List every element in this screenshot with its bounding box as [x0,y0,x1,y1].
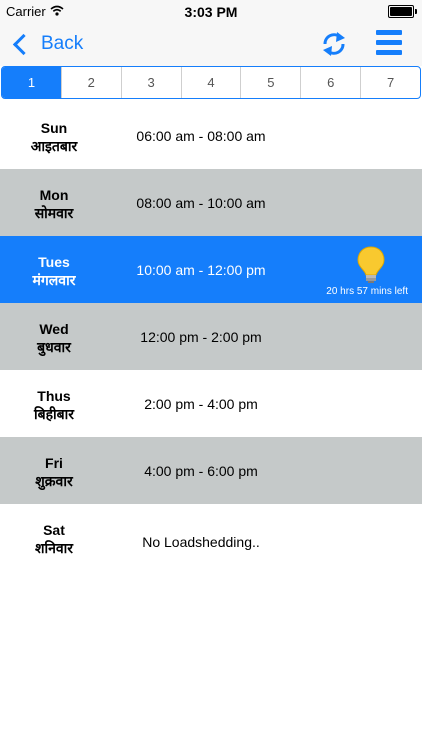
day-name-english: Fri [45,455,63,471]
back-label: Back [41,33,84,54]
week-tabs: 1234567 [1,66,421,99]
day-name-english: Mon [39,187,69,203]
day-name-english: Thus [37,388,71,404]
day-name-nepali: शुक्रवार [35,473,73,489]
day-name-nepali: बिहीबार [33,406,75,422]
time-range: 4:00 pm - 6:00 pm [144,463,258,479]
schedule-row-fri: Fri शुक्रवार 4:00 pm - 6:00 pm [0,437,422,504]
day-name-nepali: शनिवार [34,540,74,556]
schedule-row-wed: Wed बुधवार 12:00 pm - 2:00 pm [0,303,422,370]
status-bar: Carrier 3:03 PM [0,0,422,22]
day-name-nepali: बुधवार [37,339,71,355]
tab-6[interactable]: 6 [300,67,360,98]
day-name-english: Tues [38,254,70,270]
chevron-left-icon [12,33,35,55]
tab-7[interactable]: 7 [360,67,420,98]
day-name-nepali: सोमवार [34,205,74,221]
day-name-english: Sat [43,522,65,538]
schedule-row-sat: Sat शनिवार No Loadshedding.. [0,504,422,571]
refresh-icon [323,32,345,56]
day-name-english: Wed [39,321,69,337]
tab-2[interactable]: 2 [60,67,121,98]
tab-5[interactable]: 5 [240,67,300,98]
schedule-row-sun: Sun आइतबार 06:00 am - 08:00 am [0,102,422,169]
battery-icon [388,5,417,18]
time-range: 06:00 am - 08:00 am [136,128,266,144]
time-range: 10:00 am - 12:00 pm [136,262,266,278]
menu-button[interactable] [376,30,402,56]
tab-3[interactable]: 3 [120,67,181,98]
light-bulb-icon [356,245,386,285]
schedule-row-tues: Tues मंगलवार 10:00 am - 12:00 pm 20 hrs 57 … [0,236,422,303]
time-range: 12:00 pm - 2:00 pm [140,329,262,345]
schedule-row-thus: Thus बिहीबार 2:00 pm - 4:00 pm [0,370,422,437]
tab-1[interactable]: 1 [2,67,61,98]
status-time: 3:03 PM [184,4,238,20]
navigation-bar: Back [0,22,422,66]
time-range: 08:00 am - 10:00 am [136,195,266,211]
day-name-english: Sun [40,120,68,136]
time-range: 2:00 pm - 4:00 pm [144,396,258,412]
refresh-button[interactable] [320,30,348,58]
time-remaining-label: 20 hrs 57 mins left [326,286,408,297]
back-button[interactable]: Back [10,30,83,58]
schedule-list: Sun आइतबार 06:00 am - 08:00 am Mon सोमवार 08:… [0,102,422,571]
day-name-nepali: आइतबार [30,138,78,154]
schedule-row-mon: Mon सोमवार 08:00 am - 10:00 am [0,169,422,236]
time-range: No Loadshedding.. [142,534,260,550]
day-name-nepali: मंगलवार [32,272,76,288]
tab-4[interactable]: 4 [180,67,241,98]
